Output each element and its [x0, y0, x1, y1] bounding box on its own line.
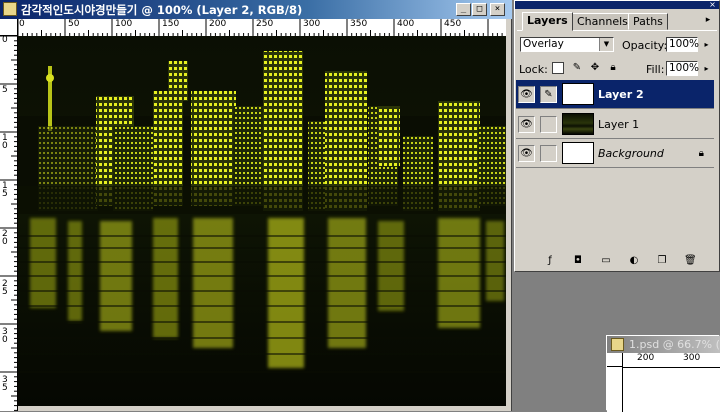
vertical-ruler[interactable]: 0 5 1 0 1 5 2 0 2 5 3 0 3 5: [0, 36, 18, 411]
fill-label: Fill:: [646, 63, 665, 76]
layer-thumbnail: [562, 142, 594, 164]
lock-transparent-icon[interactable]: [552, 62, 564, 74]
ruler-label: 5: [2, 85, 8, 95]
ruler-label: 50: [68, 19, 80, 29]
lock-position-move-icon[interactable]: ✥: [589, 62, 601, 74]
adjustment-layer-icon[interactable]: ◐: [628, 255, 640, 267]
photoshop-doc-icon: [611, 338, 624, 351]
second-document-title: 1.psd @ 66.7% (: [629, 338, 720, 351]
ruler-label: 200: [209, 19, 227, 29]
ruler-label: 200: [637, 353, 655, 363]
minimize-button[interactable]: _: [456, 3, 471, 16]
brush-icon[interactable]: ✎: [540, 86, 557, 103]
eye-icon[interactable]: 👁︎: [518, 116, 535, 133]
tab-paths[interactable]: Paths: [628, 13, 668, 30]
layer-name[interactable]: Background: [598, 147, 664, 160]
ruler-label: 0: [19, 19, 25, 29]
tab-layers[interactable]: Layers: [522, 12, 573, 31]
document-title-bar[interactable]: 감각적인도시야경만들기 @ 100% (Layer 2, RGB/8) _ □ …: [0, 0, 512, 19]
palette-footer: ƒ ◘ ▭ ◐ ❐ 🗑︎: [516, 254, 714, 269]
add-mask-icon[interactable]: ◘: [572, 255, 584, 267]
ruler-label: 2 0: [2, 229, 8, 247]
layer-name[interactable]: Layer 2: [598, 88, 644, 101]
lock-label: Lock:: [519, 63, 548, 76]
blend-mode-value: Overlay: [523, 38, 564, 50]
link-slot[interactable]: [540, 116, 557, 133]
vertical-ruler[interactable]: [607, 367, 623, 412]
layer-style-icon[interactable]: ƒ: [544, 255, 556, 267]
eye-icon[interactable]: 👁︎: [518, 86, 535, 103]
maximize-button[interactable]: □: [472, 3, 487, 16]
horizontal-ruler[interactable]: 200 300: [623, 353, 720, 368]
layer-thumbnail: [562, 113, 594, 135]
palette-menu-icon[interactable]: ▸: [703, 15, 713, 25]
ruler-label: 1 0: [2, 133, 8, 151]
lock-all-icon[interactable]: 🔒︎: [607, 62, 619, 74]
fill-field[interactable]: 100%: [666, 61, 699, 76]
ruler-label: 150: [162, 19, 180, 29]
blend-mode-select[interactable]: Overlay ▼: [520, 37, 614, 52]
image-canvas[interactable]: [18, 36, 506, 406]
ruler-label: 100: [115, 19, 133, 29]
layer-thumbnail: [562, 83, 594, 105]
ruler-label: 2 5: [2, 279, 8, 297]
close-button[interactable]: ×: [490, 3, 505, 16]
chevron-down-icon: ▼: [599, 38, 613, 51]
document-window: 감각적인도시야경만들기 @ 100% (Layer 2, RGB/8) _ □ …: [0, 0, 512, 411]
lock-image-brush-icon[interactable]: ✎: [571, 62, 583, 74]
ruler-label: 3 0: [2, 327, 8, 345]
layer-row-layer-2[interactable]: 👁︎ ✎ Layer 2: [516, 80, 714, 109]
tab-channels[interactable]: Channels: [572, 13, 633, 30]
ruler-label: 3 5: [2, 375, 8, 393]
lock-icon: 🔒︎: [698, 148, 704, 159]
second-document-title-bar[interactable]: 1.psd @ 66.7% (: [607, 336, 720, 353]
link-slot[interactable]: [540, 145, 557, 162]
ruler-label: 300: [683, 353, 701, 363]
document-title: 감각적인도시야경만들기 @ 100% (Layer 2, RGB/8): [21, 3, 303, 17]
ruler-label: 400: [397, 19, 415, 29]
second-document-canvas[interactable]: [623, 368, 720, 412]
eye-icon[interactable]: 👁︎: [518, 145, 535, 162]
fill-slider-arrow-icon[interactable]: ▸: [700, 62, 713, 75]
harbor-water: [18, 214, 506, 406]
trash-icon[interactable]: 🗑︎: [684, 255, 697, 267]
horizontal-ruler[interactable]: 0 50 100 150 200 250 300 350 400 450: [18, 19, 506, 37]
palette-close-button[interactable]: ×: [708, 1, 717, 9]
opacity-slider-arrow-icon[interactable]: ▸: [700, 38, 713, 51]
layer-row-layer-1[interactable]: 👁︎ Layer 1: [516, 110, 714, 139]
ruler-origin[interactable]: [607, 353, 623, 367]
ruler-origin[interactable]: [0, 19, 18, 36]
layer-row-background[interactable]: 👁︎ Background 🔒︎: [516, 139, 714, 168]
ruler-label: 350: [350, 19, 368, 29]
opacity-label: Opacity:: [622, 39, 668, 52]
photoshop-doc-icon: [3, 2, 17, 16]
ruler-label: 1 5: [2, 181, 8, 199]
palette-title-bar[interactable]: ×: [515, 1, 719, 9]
ruler-label: 300: [303, 19, 321, 29]
second-document-window[interactable]: 1.psd @ 66.7% ( 200 300: [606, 335, 720, 412]
new-group-folder-icon[interactable]: ▭: [600, 255, 612, 267]
ruler-label: 250: [256, 19, 274, 29]
ruler-label: 450: [444, 19, 462, 29]
ruler-label: 0: [2, 36, 8, 45]
opacity-field[interactable]: 100%: [666, 37, 699, 52]
layers-list: 👁︎ ✎ Layer 2 👁︎ Layer 1 👁︎ Background 🔒︎: [516, 78, 714, 254]
new-layer-icon[interactable]: ❐: [656, 255, 668, 267]
layer-name[interactable]: Layer 1: [598, 118, 639, 131]
